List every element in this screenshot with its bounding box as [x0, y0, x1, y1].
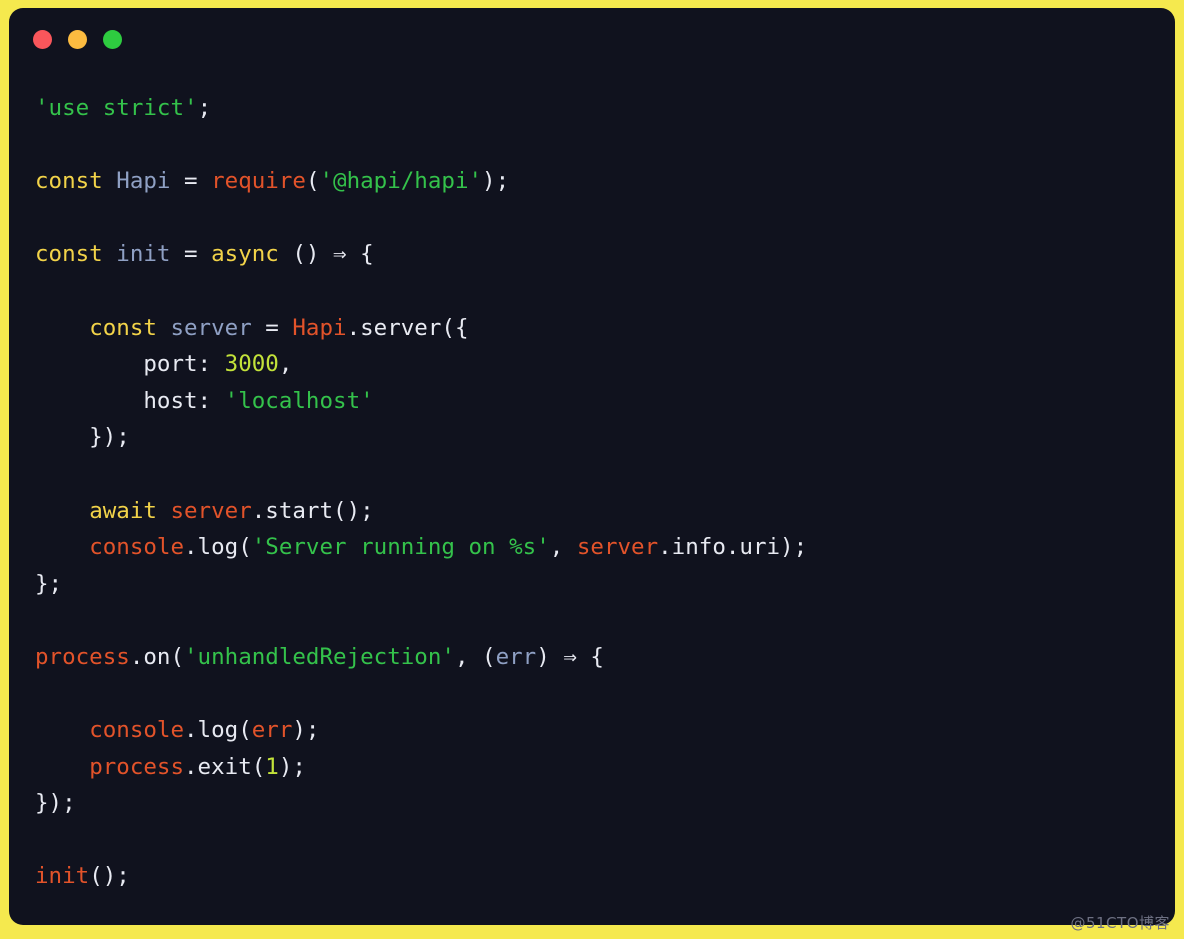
code-token-kw: await [89, 497, 157, 524]
code-token-plain: , ( [454, 643, 496, 670]
code-line: port: 3000, [35, 351, 292, 377]
code-window: 'use strict'; const Hapi = require('@hap… [9, 8, 1175, 925]
code-token-var: server [170, 314, 252, 341]
code-line: const server = Hapi.server({ [35, 314, 469, 341]
code-line: const init = async () ⇒ { [35, 241, 374, 267]
code-line: host: 'localhost' [35, 387, 374, 414]
code-token-str: 'localhost' [224, 387, 374, 414]
close-window-button[interactable] [33, 29, 52, 49]
code-token-plain: ) ⇒ { [536, 643, 604, 670]
code-line: }; [35, 571, 62, 597]
maximize-window-button[interactable] [103, 29, 122, 49]
code-token-plain: ( [305, 168, 320, 195]
code-token-ref: process [35, 643, 130, 670]
code-token-plain: .log( [184, 717, 252, 744]
code-token-str: 'use strict' [35, 95, 198, 121]
code-token-plain: = [251, 314, 293, 341]
code-token-ref: err [251, 717, 293, 744]
code-token-ref: server [170, 497, 252, 524]
code-token-plain: .info.uri); [658, 534, 808, 561]
code-token-plain: }); [35, 424, 130, 451]
code-token-ref: server [576, 534, 659, 561]
code-token-kw: const [35, 241, 103, 268]
code-line: }); [35, 790, 76, 816]
code-line: console.log('Server running on %s', serv… [35, 534, 807, 560]
watermark-label: @51CTO博客 [1070, 914, 1170, 932]
code-token-plain: .on( [129, 643, 185, 670]
code-token-var: err [495, 643, 537, 670]
code-line: init(); [35, 863, 130, 889]
code-line: 'use strict'; [35, 95, 211, 121]
code-token-ref: console [89, 717, 185, 744]
code-token-ref: init [35, 863, 90, 890]
code-token-var: Hapi [116, 168, 171, 195]
code-token-plain: }; [35, 570, 63, 597]
code-token-plain: .exit( [184, 753, 266, 780]
code-token-str: 'unhandledRejection' [184, 643, 455, 670]
code-token-plain: () ⇒ { [278, 241, 374, 268]
code-token-plain: .server({ [346, 314, 469, 341]
code-token-plain: ); [278, 753, 306, 780]
code-token-plain: port: [35, 351, 225, 378]
window-titlebar [9, 8, 1175, 70]
code-token-plain: .start(); [251, 497, 374, 524]
code-line: const Hapi = require('@hapi/hapi'); [35, 168, 509, 194]
code-token-kw: const [35, 168, 103, 195]
code-token-plain: , [549, 534, 577, 561]
code-token-kw: const [89, 314, 157, 341]
code-block[interactable]: 'use strict'; const Hapi = require('@hap… [9, 70, 1175, 925]
code-token-ref: process [89, 753, 185, 780]
code-token-kw: async [211, 241, 279, 268]
code-token-str: 'Server running on %s' [251, 534, 550, 561]
code-token-ref: console [89, 534, 185, 561]
code-token-num: 3000 [224, 351, 279, 378]
code-token-plain: }); [35, 790, 76, 817]
code-token-plain: = [170, 168, 212, 195]
code-token-str: '@hapi/hapi' [319, 168, 483, 195]
code-token-num: 1 [265, 753, 279, 780]
code-token-plain: ; [197, 95, 212, 121]
code-token-ref: Hapi [292, 314, 347, 341]
code-token-plain: (); [89, 863, 130, 890]
code-token-plain: .log( [184, 534, 252, 561]
code-line: console.log(err); [35, 717, 319, 743]
code-token-plain: , [278, 351, 293, 378]
code-token-plain: = [170, 241, 212, 268]
code-token-plain: ); [482, 168, 510, 195]
screenshot-frame: 'use strict'; const Hapi = require('@hap… [0, 0, 1184, 939]
minimize-window-button[interactable] [68, 29, 87, 49]
code-token-plain: host: [35, 387, 225, 414]
code-token-plain: ); [292, 717, 320, 744]
code-line: }); [35, 424, 130, 450]
code-line: process.exit(1); [35, 754, 306, 780]
code-line: process.on('unhandledRejection', (err) ⇒… [35, 644, 604, 670]
code-token-var: init [116, 241, 171, 268]
code-token-ref: require [211, 168, 306, 195]
code-line: await server.start(); [35, 497, 374, 524]
